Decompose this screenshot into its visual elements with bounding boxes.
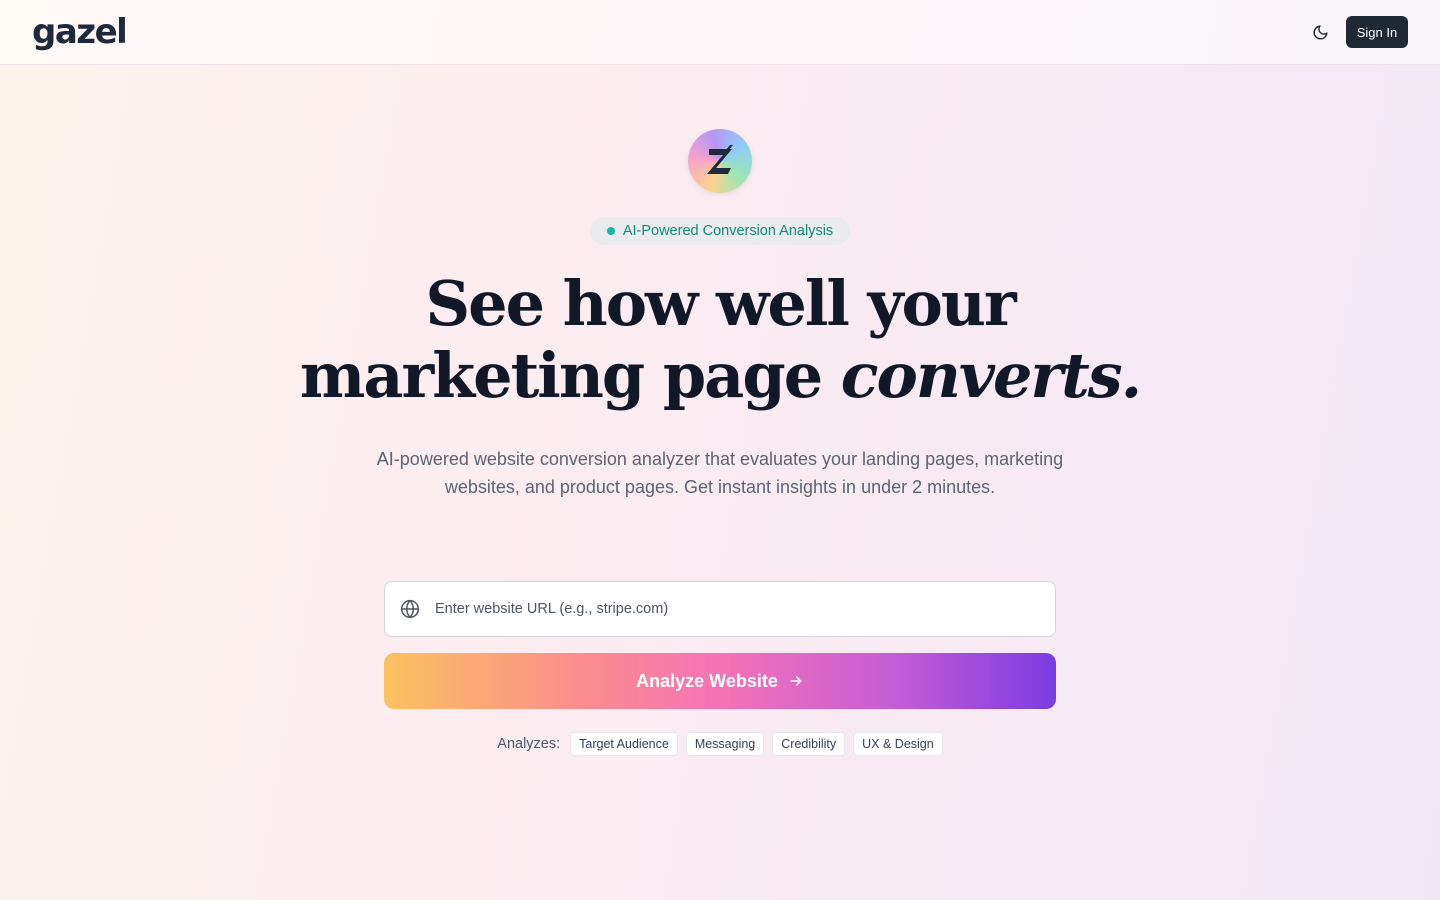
arrow-right-icon	[790, 676, 802, 686]
tag-messaging: Messaging	[685, 732, 765, 756]
headline-emphasis: converts.	[840, 339, 1142, 412]
moon-icon	[1313, 24, 1328, 39]
analyzes-label: Analyzes:	[497, 736, 561, 752]
sign-in-button[interactable]: Sign In	[1346, 16, 1408, 48]
gazel-z-icon	[707, 145, 733, 174]
analyzes-row: Analyzes: Target Audience Messaging Cred…	[0, 732, 1440, 756]
globe-icon	[385, 599, 435, 619]
feature-badge-label: AI-Powered Conversion Analysis	[622, 223, 834, 239]
url-input-container	[384, 581, 1056, 637]
hero-subtitle: AI-powered website conversion analyzer t…	[376, 449, 1064, 497]
gazel-brand-badge	[688, 129, 752, 193]
status-dot	[606, 227, 615, 235]
website-url-input[interactable]	[435, 582, 1055, 636]
feature-badge: AI-Powered Conversion Analysis	[590, 217, 850, 245]
analyze-website-button[interactable]: Analyze Website	[384, 653, 1056, 709]
headline-line-1: See how well your	[425, 267, 1016, 340]
gazel-logo[interactable]: gazel	[32, 10, 128, 54]
tag-target-audience: Target Audience	[570, 732, 678, 756]
analyze-button-label: Analyze Website	[636, 670, 778, 691]
hero-headline: See how well your marketing page convert…	[220, 268, 1220, 412]
tag-ux-design: UX & Design	[853, 732, 943, 756]
theme-toggle-button[interactable]	[1304, 16, 1336, 48]
tag-credibility: Credibility	[772, 732, 846, 756]
headline-line-2: marketing page	[299, 339, 841, 412]
top-nav: gazel Sign In	[0, 0, 1440, 65]
